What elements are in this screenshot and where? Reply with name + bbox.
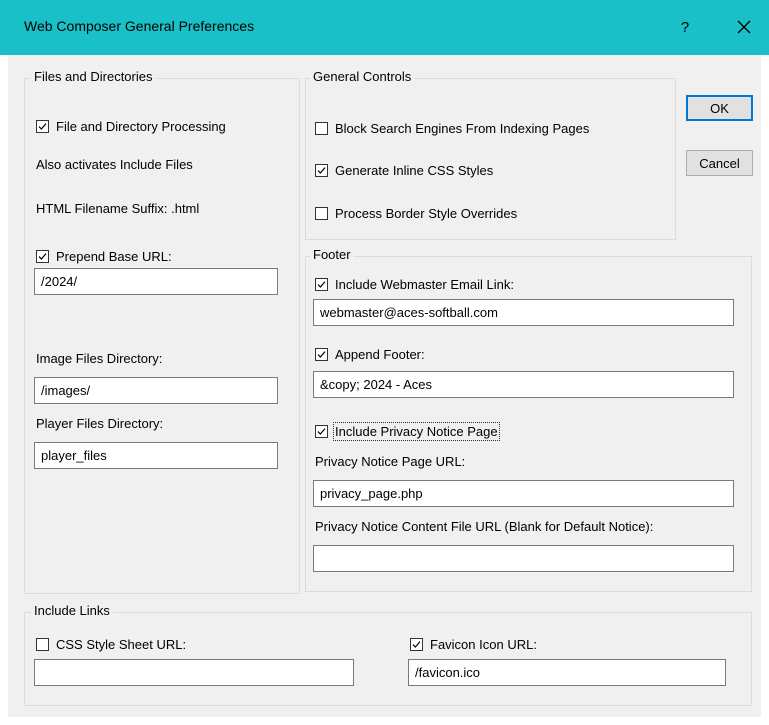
image-dir-label: Image Files Directory: (36, 351, 163, 366)
files-directories-group (24, 78, 300, 594)
block-search-checkbox[interactable]: Block Search Engines From Indexing Pages (315, 121, 589, 136)
window-title: Web Composer General Preferences (24, 18, 255, 34)
html-suffix-text: HTML Filename Suffix: .html (36, 201, 200, 216)
webmaster-email-input[interactable]: webmaster@aces-softball.com (313, 299, 734, 326)
checkbox-box (36, 250, 49, 263)
privacy-label: Include Privacy Notice Page (333, 422, 500, 441)
close-button[interactable] (726, 13, 762, 41)
checkbox-box (315, 164, 328, 177)
css-checkbox[interactable]: CSS Style Sheet URL: (36, 637, 186, 652)
privacy-url-label: Privacy Notice Page URL: (315, 454, 466, 469)
help-button[interactable]: ? (668, 13, 702, 41)
title-bar: Web Composer General Preferences ? (0, 0, 769, 55)
checkbox-box (410, 638, 423, 651)
border-override-checkbox[interactable]: Process Border Style Overrides (315, 206, 517, 221)
checkbox-box (315, 207, 328, 220)
footer-text-input[interactable]: &copy; 2024 - Aces (313, 371, 734, 398)
append-footer-checkbox[interactable]: Append Footer: (315, 347, 425, 362)
inline-css-checkbox[interactable]: Generate Inline CSS Styles (315, 163, 493, 178)
checkbox-box (315, 425, 328, 438)
player-dir-input[interactable]: player_files (34, 442, 278, 469)
cancel-button[interactable]: Cancel (686, 150, 753, 176)
webmaster-checkbox[interactable]: Include Webmaster Email Link: (315, 277, 514, 292)
append-footer-label: Append Footer: (335, 347, 425, 362)
css-url-input[interactable] (34, 659, 354, 686)
checkbox-box (315, 122, 328, 135)
checkbox-box (315, 348, 328, 361)
checkbox-box (315, 278, 328, 291)
file-processing-label: File and Directory Processing (56, 119, 226, 134)
file-processing-checkbox[interactable]: File and Directory Processing (36, 119, 226, 134)
inline-css-label: Generate Inline CSS Styles (335, 163, 494, 178)
favicon-checkbox[interactable]: Favicon Icon URL: (410, 637, 537, 652)
privacy-content-input[interactable] (313, 545, 734, 572)
checkbox-box (36, 638, 49, 651)
prepend-base-label: Prepend Base URL: (56, 249, 172, 264)
footer-legend: Footer (310, 247, 354, 262)
close-icon (737, 20, 751, 34)
base-url-input[interactable]: /2024/ (34, 268, 278, 295)
privacy-checkbox[interactable]: Include Privacy Notice Page (315, 422, 500, 441)
general-controls-legend: General Controls (310, 69, 415, 84)
files-directories-legend: Files and Directories (31, 69, 156, 84)
favicon-url-input[interactable]: /favicon.ico (408, 659, 726, 686)
privacy-url-input[interactable]: privacy_page.php (313, 480, 734, 507)
include-links-legend: Include Links (31, 603, 113, 618)
prepend-base-checkbox[interactable]: Prepend Base URL: (36, 249, 172, 264)
privacy-content-label: Privacy Notice Content File URL (Blank f… (315, 519, 654, 534)
webmaster-label: Include Webmaster Email Link: (335, 277, 514, 292)
border-override-label: Process Border Style Overrides (335, 206, 518, 221)
image-dir-input[interactable]: /images/ (34, 377, 278, 404)
block-search-label: Block Search Engines From Indexing Pages (335, 121, 590, 136)
favicon-label: Favicon Icon URL: (430, 637, 537, 652)
player-dir-label: Player Files Directory: (36, 416, 164, 431)
css-label: CSS Style Sheet URL: (56, 637, 187, 652)
ok-button[interactable]: OK (686, 95, 753, 121)
checkbox-box (36, 120, 49, 133)
also-activates-text: Also activates Include Files (36, 157, 193, 172)
